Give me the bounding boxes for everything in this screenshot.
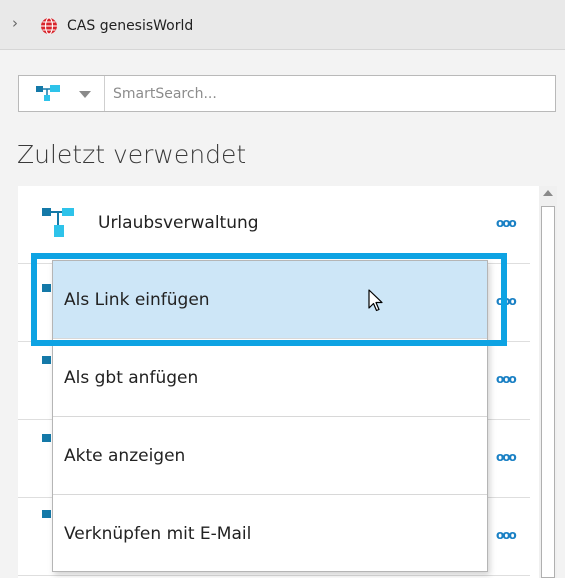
smartsearch-bar <box>18 75 556 112</box>
section-heading: Zuletzt verwendet <box>17 140 247 169</box>
scrollbar-thumb[interactable] <box>541 206 555 578</box>
more-options-icon[interactable]: ooo <box>496 528 517 542</box>
menu-item-label: Verknüpfen mit E-Mail <box>64 524 252 544</box>
menu-item-label: Akte anzeigen <box>64 446 186 466</box>
menu-item-show-record[interactable]: Akte anzeigen <box>53 417 487 495</box>
vertical-scrollbar[interactable] <box>539 186 557 578</box>
hierarchy-icon <box>42 208 74 237</box>
menu-item-link-with-email[interactable]: Verknüpfen mit E-Mail <box>53 495 487 573</box>
menu-item-attach-as-gbt[interactable]: Als gbt anfügen <box>53 339 487 417</box>
highlight-frame <box>31 253 507 346</box>
expand-chevron-icon[interactable]: › <box>12 14 18 32</box>
more-options-icon[interactable]: ooo <box>496 450 517 464</box>
more-options-icon[interactable]: ooo <box>496 216 517 230</box>
chevron-down-icon[interactable] <box>79 91 91 98</box>
scroll-up-icon[interactable] <box>543 190 553 196</box>
search-type-dropdown[interactable] <box>19 76 105 111</box>
search-input[interactable] <box>106 76 554 111</box>
app-title: CAS genesisWorld <box>67 18 194 34</box>
more-options-icon[interactable]: ooo <box>496 372 517 386</box>
title-bar: › CAS genesisWorld <box>0 0 565 50</box>
menu-item-label: Als gbt anfügen <box>64 368 199 388</box>
list-item-label: Urlaubsverwaltung <box>98 213 259 233</box>
globe-icon <box>41 17 57 35</box>
hierarchy-icon <box>36 85 60 101</box>
